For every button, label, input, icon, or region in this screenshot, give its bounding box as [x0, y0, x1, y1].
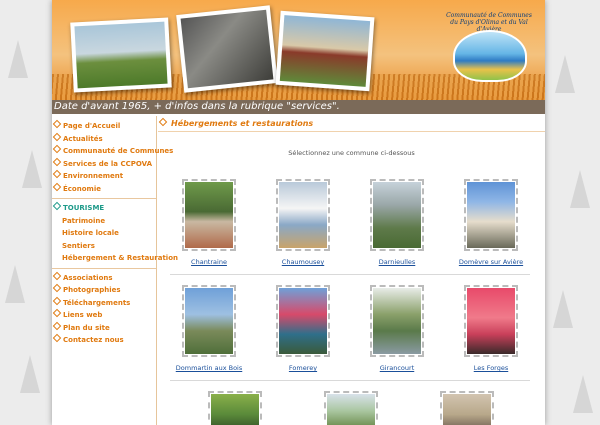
banner-photo-fountain: [176, 5, 278, 93]
sidebar-item-label: TOURISME: [63, 204, 105, 212]
diamond-icon: [52, 119, 62, 129]
commune-thumbnail: [464, 179, 518, 251]
diamond-icon: [52, 296, 62, 305]
commune-thumbnail[interactable]: [208, 391, 262, 425]
diamond-icon: [52, 169, 62, 179]
page-title-text: Hébergements et restaurations: [171, 119, 314, 128]
commune-row: Dommartin aux Bois Fomerey Girancourt Le…: [170, 285, 530, 372]
commune-thumbnail: [276, 179, 330, 251]
sidebar-item-contact[interactable]: Contactez nous: [52, 333, 156, 347]
sidebar-item-label: Associations: [63, 273, 113, 282]
sidebar-item-label: Actualités: [63, 134, 103, 143]
commune-card-dommartin[interactable]: Dommartin aux Bois: [170, 285, 248, 372]
sidebar-item-services[interactable]: Services de la CCPOVA: [52, 157, 156, 171]
commune-card-chantraine[interactable]: Chantraine: [170, 179, 248, 266]
background-decoration-left: [0, 0, 52, 425]
news-ticker: Date d'avant 1965, + d'infos dans la rub…: [52, 100, 545, 114]
background-decoration-right: [545, 0, 600, 425]
commune-card-girancourt[interactable]: Girancourt: [358, 285, 436, 372]
diamond-icon: [52, 182, 62, 191]
commune-thumbnail: [276, 285, 330, 357]
select-hint: Sélectionnez une commune ci-dessous: [288, 149, 415, 157]
commune-thumbnail[interactable]: [440, 391, 494, 425]
sidebar-item-environnement[interactable]: Environnement: [52, 169, 156, 183]
commune-link[interactable]: Dommartin aux Bois: [170, 364, 248, 372]
sidebar-item-plan[interactable]: Plan du site: [52, 321, 156, 335]
sidebar-divider: [52, 198, 156, 199]
sidebar-item-tourisme[interactable]: TOURISME: [52, 201, 156, 215]
sidebar-item-telechargements[interactable]: Téléchargements: [52, 296, 156, 310]
sidebar-nav: Page d'Accueil Actualités Communauté de …: [52, 116, 178, 425]
sidebar-subitem-patrimoine[interactable]: Patrimoine: [52, 215, 156, 228]
commune-thumbnail[interactable]: [324, 391, 378, 425]
sidebar-subitem-histoire[interactable]: Histoire locale: [52, 227, 156, 240]
page-title: Hébergements et restaurations: [158, 116, 545, 132]
main-content: Hébergements et restaurations Sélectionn…: [158, 116, 545, 425]
commune-thumbnail: [370, 179, 424, 251]
banner-photo-house: [275, 10, 375, 92]
commune-row: [158, 391, 538, 425]
commune-row: Chantraine Chaumousey Darnieulles Domèvr…: [170, 179, 530, 266]
commune-link[interactable]: Girancourt: [358, 364, 436, 372]
commune-thumbnail: [182, 179, 236, 251]
diamond-icon: [52, 132, 62, 141]
commune-card-fomerey[interactable]: Fomerey: [264, 285, 342, 372]
sidebar-item-label: Photographies: [63, 286, 121, 294]
sidebar-item-label: Téléchargements: [63, 298, 131, 307]
sidebar-item-label: Environnement: [63, 172, 124, 180]
diamond-icon: [52, 283, 62, 293]
commune-link[interactable]: Chaumousey: [264, 258, 342, 266]
banner-photo-rainbow: [70, 17, 172, 93]
sidebar-item-economie[interactable]: Économie: [52, 182, 156, 196]
diamond-icon: [52, 144, 62, 154]
diamond-icon: [52, 308, 62, 318]
diamond-icon: [158, 117, 168, 127]
sidebar-subitem-hebergement[interactable]: Hébergement & Restauration: [52, 252, 178, 265]
sidebar-item-label: Liens web: [63, 311, 103, 319]
commune-thumbnail: [464, 285, 518, 357]
commune-card-domevre[interactable]: Domèvre sur Avière: [452, 179, 530, 266]
commune-link[interactable]: Darnieulles: [358, 258, 436, 266]
sidebar-divider: [52, 267, 156, 269]
commune-card-chaumousey[interactable]: Chaumousey: [264, 179, 342, 266]
diamond-icon: [52, 201, 62, 211]
commune-thumbnail: [370, 285, 424, 357]
logo-emblem: [453, 30, 527, 82]
sidebar-item-label: Économie: [63, 184, 101, 193]
sidebar-item-liens[interactable]: Liens web: [52, 308, 156, 322]
sidebar-item-label: Plan du site: [63, 323, 110, 332]
sidebar-item-label: Contactez nous: [63, 336, 124, 344]
community-logo[interactable]: Communauté de Communes du Pays d'Olima e…: [443, 12, 535, 82]
commune-card-darnieulles[interactable]: Darnieulles: [358, 179, 436, 266]
row-divider: [170, 380, 530, 381]
sidebar-item-label: Services de la CCPOVA: [63, 159, 152, 168]
sidebar-item-photographies[interactable]: Photographies: [52, 283, 156, 297]
header-banner: Communauté de Communes du Pays d'Olima e…: [52, 0, 545, 100]
sidebar-item-accueil[interactable]: Page d'Accueil: [52, 119, 156, 133]
sidebar-item-label: Communauté de Communes: [63, 147, 174, 155]
commune-link[interactable]: Les Forges: [452, 364, 530, 372]
sidebar-subitem-sentiers[interactable]: Sentiers: [52, 240, 156, 253]
diamond-icon: [52, 271, 62, 280]
diamond-icon: [52, 157, 62, 166]
commune-card-les-forges[interactable]: Les Forges: [452, 285, 530, 372]
commune-thumbnail: [182, 285, 236, 357]
row-divider: [170, 274, 530, 275]
sidebar-item-communaute[interactable]: Communauté de Communes: [52, 144, 173, 158]
sidebar-item-actualites[interactable]: Actualités: [52, 132, 156, 146]
sidebar-item-label: Page d'Accueil: [63, 122, 121, 130]
commune-link[interactable]: Fomerey: [264, 364, 342, 372]
page-container: Communauté de Communes du Pays d'Olima e…: [52, 0, 545, 425]
commune-link[interactable]: Chantraine: [170, 258, 248, 266]
sidebar-item-associations[interactable]: Associations: [52, 271, 156, 285]
diamond-icon: [52, 321, 62, 330]
diamond-icon: [52, 333, 62, 343]
commune-link[interactable]: Domèvre sur Avière: [452, 258, 530, 266]
